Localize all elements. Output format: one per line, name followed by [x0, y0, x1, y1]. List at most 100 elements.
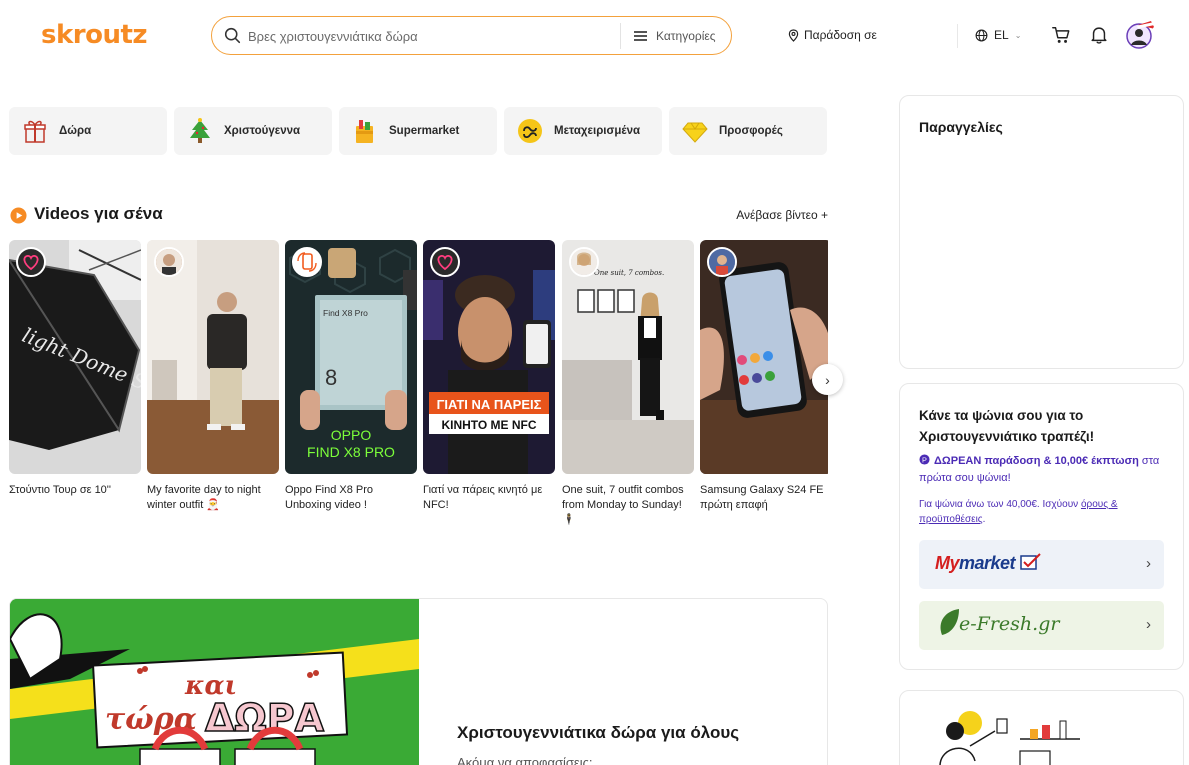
pill-offers[interactable]: Προσφορές — [669, 107, 827, 155]
video-card[interactable]: My favorite day to night winter outfit 🎅 — [147, 240, 279, 513]
banner-subtitle: Ακόμα να αποφασίσεις; — [457, 755, 593, 765]
terms-prefix: Για ψώνια άνω των 40,00€. Ισχύουν — [919, 499, 1081, 510]
video-card[interactable]: One suit, 7 combos. One suit, 7 outfit c… — [562, 240, 694, 528]
videos-title: Videos για σένα — [34, 204, 163, 223]
location-pin-icon — [788, 28, 799, 42]
diamond-icon — [682, 122, 708, 143]
upload-video-link[interactable]: Ανέβασε βίντεο + — [736, 208, 828, 222]
free-delivery-offer: P ΔΩΡΕΑΝ παράδοση & 10,00€ έκπτωση στα πρ… — [919, 453, 1174, 487]
video-card[interactable]: ΓΙΑΤΙ ΝΑ ΠΑΡΕΙΣ ΚΙΝΗΤΟ ΜΕ NFC Γιατί να π… — [423, 240, 555, 513]
shopping-woman-illustration — [939, 711, 1080, 765]
creator-avatar — [569, 247, 599, 277]
offer-bold: ΔΩΡΕΑΝ παράδοση & 10,00€ έκπτωση — [934, 455, 1139, 467]
pill-gifts[interactable]: Δώρα — [9, 107, 167, 155]
svg-text:FIND X8 PRO: FIND X8 PRO — [307, 444, 395, 460]
video-caption: One suit, 7 outfit combos from Monday to… — [562, 484, 684, 526]
recycle-icon — [518, 119, 542, 143]
pill-used[interactable]: Μεταχειρισμένα — [504, 107, 662, 155]
svg-text:One suit, 7 combos.: One suit, 7 combos. — [594, 269, 664, 277]
top-header: skroutz Κατηγορίες Παράδοση σε EL ⌄ — [0, 0, 1189, 72]
orders-title: Παραγγελίες — [919, 119, 1003, 135]
creator-avatar — [154, 247, 184, 277]
chevron-down-icon: ⌄ — [1014, 30, 1022, 40]
play-circle-icon — [10, 207, 27, 224]
video-caption: My favorite day to night winter outfit 🎅 — [147, 484, 261, 511]
pill-label: Χριστούγεννα — [224, 125, 301, 137]
video-caption: Στούντιο Τουρ σε 10'' — [9, 484, 112, 496]
offer-coin-icon: P — [919, 454, 930, 465]
user-avatar[interactable] — [1124, 19, 1158, 51]
video-thumbnail[interactable]: ΓΙΑΤΙ ΝΑ ΠΑΡΕΙΣ ΚΙΝΗΤΟ ΜΕ NFC — [423, 240, 555, 474]
pill-label: Δώρα — [59, 125, 92, 137]
chevron-right-icon: › — [1146, 555, 1151, 572]
xmas-card-title: Κάνε τα ψώνια σου για το Χριστουγεννιάτι… — [919, 408, 1095, 444]
svg-text:ΚΙΝΗΤΟ ΜΕ NFC: ΚΙΝΗΤΟ ΜΕ NFC — [441, 418, 536, 432]
christmas-groceries-card: Κάνε τα ψώνια σου για το Χριστουγεννιάτι… — [899, 383, 1184, 670]
efresh-shop-button[interactable]: e-Fresh.gr › — [919, 601, 1164, 650]
heart-badge-icon — [16, 247, 46, 277]
christmas-tree-icon — [190, 118, 210, 143]
mymarket-logo: Mymarket — [935, 553, 1042, 574]
promo-illustration-card — [899, 690, 1184, 765]
mymarket-shop-button[interactable]: Mymarket › — [919, 540, 1164, 589]
checkmark-box-icon — [1019, 553, 1041, 570]
video-card[interactable]: Find X8 Pro 8 OPPO FIND X8 PRO Oppo Find… — [285, 240, 417, 513]
svg-text:ΓΙΑΤΙ ΝΑ ΠΑΡΕΙΣ: ΓΙΑΤΙ ΝΑ ΠΑΡΕΙΣ — [437, 397, 542, 412]
pill-christmas[interactable]: Χριστούγεννα — [174, 107, 332, 155]
svg-text:P: P — [922, 455, 927, 464]
rotate-phone-badge-icon — [292, 247, 322, 277]
pill-supermarket[interactable]: Supermarket — [339, 107, 497, 155]
search-icon[interactable] — [224, 27, 241, 44]
video-caption: Γιατί να πάρεις κινητό με NFC! — [423, 484, 543, 511]
language-selector[interactable]: EL ⌄ — [975, 28, 1021, 42]
delivery-location-button[interactable]: Παράδοση σε — [788, 28, 877, 42]
category-pills: Δώρα Χριστούγεννα Supermarket Μεταχειρισ… — [9, 107, 827, 155]
banner-image: και τώρα ΔΩΡΑ — [10, 599, 419, 765]
video-thumbnail[interactable] — [700, 240, 828, 474]
globe-icon — [975, 29, 988, 41]
terms-suffix: . — [982, 514, 986, 525]
header-divider — [957, 24, 958, 48]
christmas-gifts-banner[interactable]: και τώρα ΔΩΡΑ Χριστουγεννιάτικα δώρα για… — [9, 598, 828, 765]
pill-label: Supermarket — [389, 125, 460, 137]
videos-header: Videos για σένα Ανέβασε βίντεο + — [9, 204, 828, 226]
skroutz-logo[interactable]: skroutz — [41, 20, 148, 50]
carousel-next-button[interactable]: › — [812, 364, 843, 395]
video-card[interactable]: Samsung Galaxy S24 FE πρώτη επαφή — [700, 240, 828, 513]
cart-icon[interactable] — [1051, 25, 1071, 45]
terms-text: Για ψώνια άνω των 40,00€. Ισχύουν όρους … — [919, 497, 1169, 527]
kai-twra-dwra-illustration: και τώρα ΔΩΡΑ — [10, 599, 419, 765]
delivery-label: Παράδοση σε — [804, 28, 877, 42]
categories-label: Κατηγορίες — [656, 29, 716, 43]
search-bar[interactable]: Κατηγορίες — [211, 16, 732, 55]
pill-label: Προσφορές — [719, 125, 783, 137]
language-label: EL — [994, 28, 1009, 42]
orders-card: Παραγγελίες — [899, 95, 1184, 369]
pill-label: Μεταχειρισμένα — [554, 125, 641, 137]
video-card[interactable]: light Dome SE Στούντιο Τουρ σε 10'' — [9, 240, 141, 498]
creator-avatar — [707, 247, 737, 277]
box-number: 8 — [325, 365, 337, 390]
notifications-bell-icon[interactable] — [1089, 24, 1109, 45]
gift-icon — [24, 120, 46, 143]
box-label: Find X8 Pro — [323, 308, 368, 318]
search-input[interactable] — [248, 26, 608, 46]
svg-text:OPPO: OPPO — [331, 427, 372, 443]
video-caption: Samsung Galaxy S24 FE πρώτη επαφή — [700, 484, 824, 511]
video-thumbnail[interactable] — [147, 240, 279, 474]
video-thumbnail[interactable]: light Dome SE — [9, 240, 141, 474]
banner-title: Χριστουγεννιάτικα δώρα για όλους — [457, 723, 740, 742]
menu-icon — [634, 31, 647, 41]
video-thumbnail[interactable]: Find X8 Pro 8 OPPO FIND X8 PRO — [285, 240, 417, 474]
categories-button[interactable]: Κατηγορίες — [634, 25, 716, 47]
video-thumbnail[interactable]: One suit, 7 combos. — [562, 240, 694, 474]
mymarket-logo-part2: market — [959, 553, 1016, 573]
chevron-right-icon: › — [825, 371, 830, 388]
video-caption: Oppo Find X8 Pro Unboxing video ! — [285, 484, 374, 511]
heart-badge-icon — [430, 247, 460, 277]
chevron-right-icon: › — [1146, 616, 1151, 633]
efresh-logo: e-Fresh.gr — [959, 613, 1060, 635]
mymarket-logo-part1: My — [935, 553, 960, 573]
videos-carousel: light Dome SE Στούντιο Τουρ σε 10'' My f… — [9, 240, 828, 540]
grocery-bag-icon — [356, 120, 373, 143]
